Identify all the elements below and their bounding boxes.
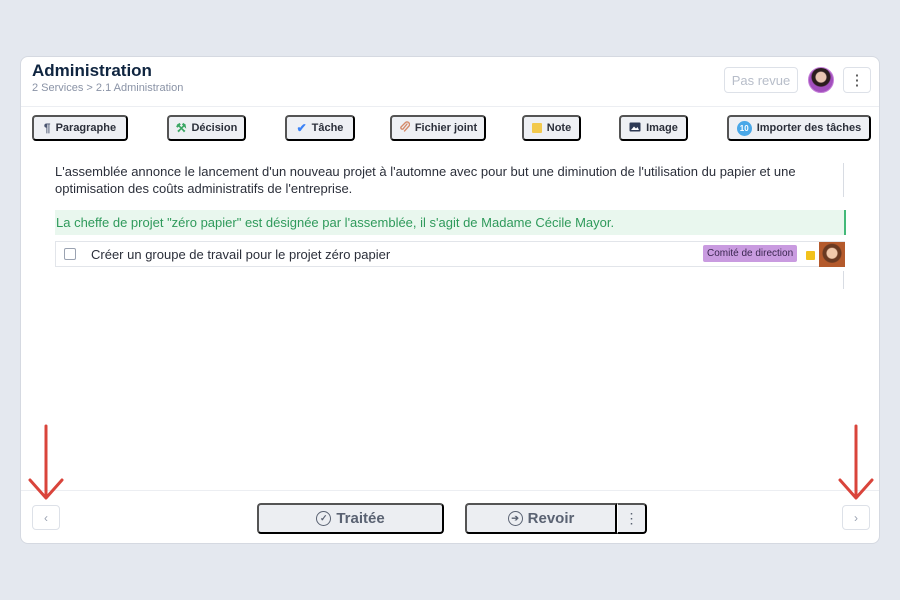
review-label: Revoir: [527, 510, 575, 527]
add-image-button[interactable]: Image: [619, 115, 688, 141]
tool-label: Tâche: [311, 122, 344, 134]
meeting-item-card: Administration 2 Services > 2.1 Administ…: [20, 56, 880, 544]
task-edge: [843, 271, 844, 289]
task-tag[interactable]: Comité de direction: [703, 245, 798, 262]
assignee-avatar[interactable]: [819, 242, 845, 267]
add-note-button[interactable]: Note: [522, 115, 581, 141]
import-badge-icon: 10: [736, 120, 752, 136]
task-checkbox[interactable]: [64, 248, 76, 260]
image-icon: [629, 122, 641, 134]
decision-text: La cheffe de projet "zéro papier" est dé…: [56, 215, 615, 230]
card-header: Administration 2 Services > 2.1 Administ…: [21, 57, 879, 107]
treated-label: Traitée: [336, 510, 385, 527]
tool-label: Décision: [191, 122, 238, 134]
add-decision-button[interactable]: ⚒ Décision: [167, 115, 246, 141]
user-avatar[interactable]: [808, 67, 834, 93]
paragraph-icon: ¶: [43, 121, 51, 135]
sticky-note-icon: [531, 123, 542, 133]
tool-label: Fichier joint: [414, 122, 478, 134]
red-down-arrow-icon: [28, 424, 64, 500]
breadcrumb[interactable]: 2 Services > 2.1 Administration: [32, 82, 183, 94]
mark-treated-button[interactable]: ✓ Traitée: [257, 503, 444, 534]
tool-label: Note: [546, 122, 572, 134]
gavel-icon: ⚒: [175, 121, 187, 135]
tool-label: Importer des tâches: [756, 122, 862, 134]
decision-block[interactable]: La cheffe de projet "zéro papier" est dé…: [55, 210, 846, 235]
arrow-circle-icon: ➔: [507, 511, 523, 526]
add-paragraph-button[interactable]: ¶ Paragraphe: [32, 115, 128, 141]
paperclip-icon: [399, 121, 410, 135]
review-status-button[interactable]: Pas revue: [724, 67, 798, 93]
task-row[interactable]: Créer un groupe de travail pour le proje…: [55, 241, 845, 267]
task-text: Créer un groupe de travail pour le proje…: [91, 247, 391, 262]
add-attachment-button[interactable]: Fichier joint: [390, 115, 486, 141]
paragraph-block[interactable]: L'assemblée annonce le lancement d'un no…: [55, 163, 845, 197]
check-circle-icon: ✓: [316, 511, 332, 526]
page-title: Administration: [32, 61, 152, 80]
review-again-button[interactable]: ➔ Revoir: [465, 503, 617, 534]
import-tasks-button[interactable]: 10 Importer des tâches: [727, 115, 871, 141]
footer-divider: [21, 490, 879, 491]
red-down-arrow-icon: [838, 424, 874, 500]
add-task-button[interactable]: ✔ Tâche: [285, 115, 355, 141]
review-more-button[interactable]: ⋮: [617, 503, 647, 534]
check-icon: ✔: [296, 121, 307, 135]
tool-label: Image: [646, 122, 678, 134]
paragraph-edge: [843, 163, 844, 197]
more-options-button[interactable]: ⋮: [843, 67, 871, 93]
priority-indicator: [806, 251, 815, 260]
tool-label: Paragraphe: [55, 122, 117, 134]
insert-toolbar: ¶ Paragraphe ⚒ Décision ✔ Tâche Fichier …: [21, 115, 879, 141]
previous-item-button[interactable]: ‹: [32, 505, 60, 530]
next-item-button[interactable]: ›: [842, 505, 870, 530]
